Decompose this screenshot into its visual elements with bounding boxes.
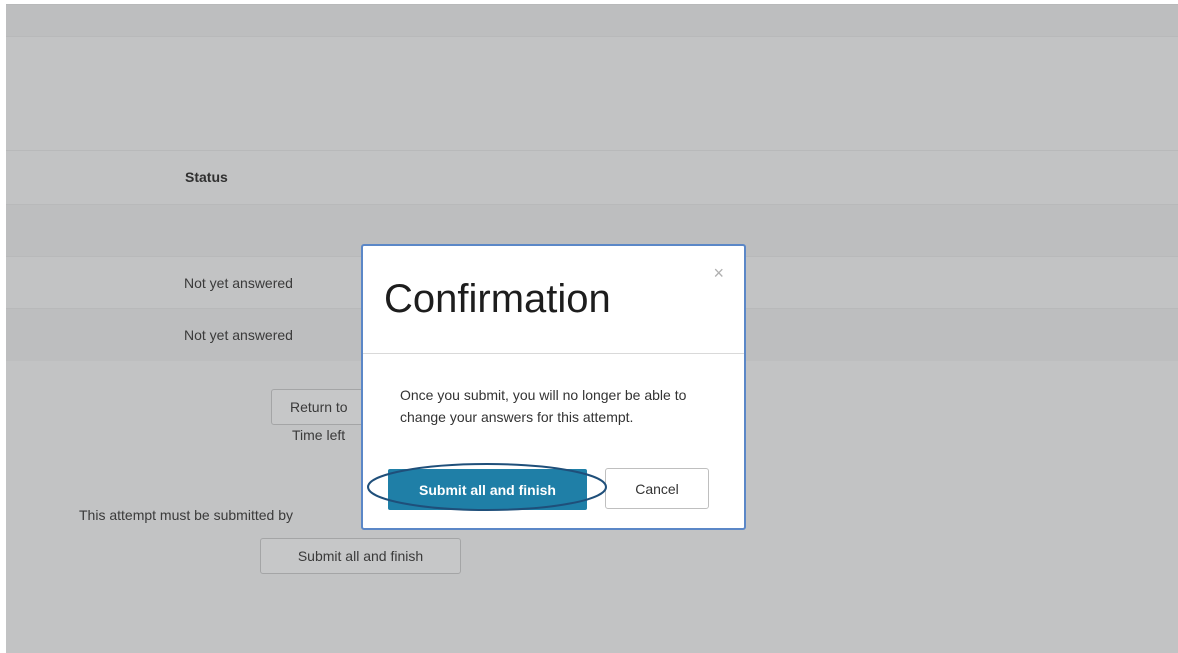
dialog-message: Once you submit, you will no longer be a… xyxy=(400,387,687,425)
status-header-row: Status xyxy=(6,150,1178,205)
question-status: Not yet answered xyxy=(184,327,293,343)
dialog-title: Confirmation xyxy=(384,277,611,321)
submit-all-and-finish-button[interactable]: Submit all and finish xyxy=(260,538,461,574)
close-icon[interactable]: × xyxy=(713,264,724,282)
return-to-attempt-button[interactable]: Return to xyxy=(271,389,371,425)
cancel-button[interactable]: Cancel xyxy=(605,468,709,509)
table-spacer-row xyxy=(6,36,1178,151)
dialog-header: Confirmation × xyxy=(363,246,744,354)
status-column-header: Status xyxy=(185,169,228,185)
confirmation-dialog: Confirmation × Once you submit, you will… xyxy=(361,244,746,530)
question-status: Not yet answered xyxy=(184,275,293,291)
attempt-deadline-text: This attempt must be submitted by xyxy=(79,507,293,523)
quiz-summary-page: Status Not yet answered Not yet answered… xyxy=(0,0,1178,653)
confirm-submit-button[interactable]: Submit all and finish xyxy=(388,469,587,510)
table-header-row xyxy=(6,4,1178,37)
time-left-label: Time left xyxy=(292,427,346,443)
